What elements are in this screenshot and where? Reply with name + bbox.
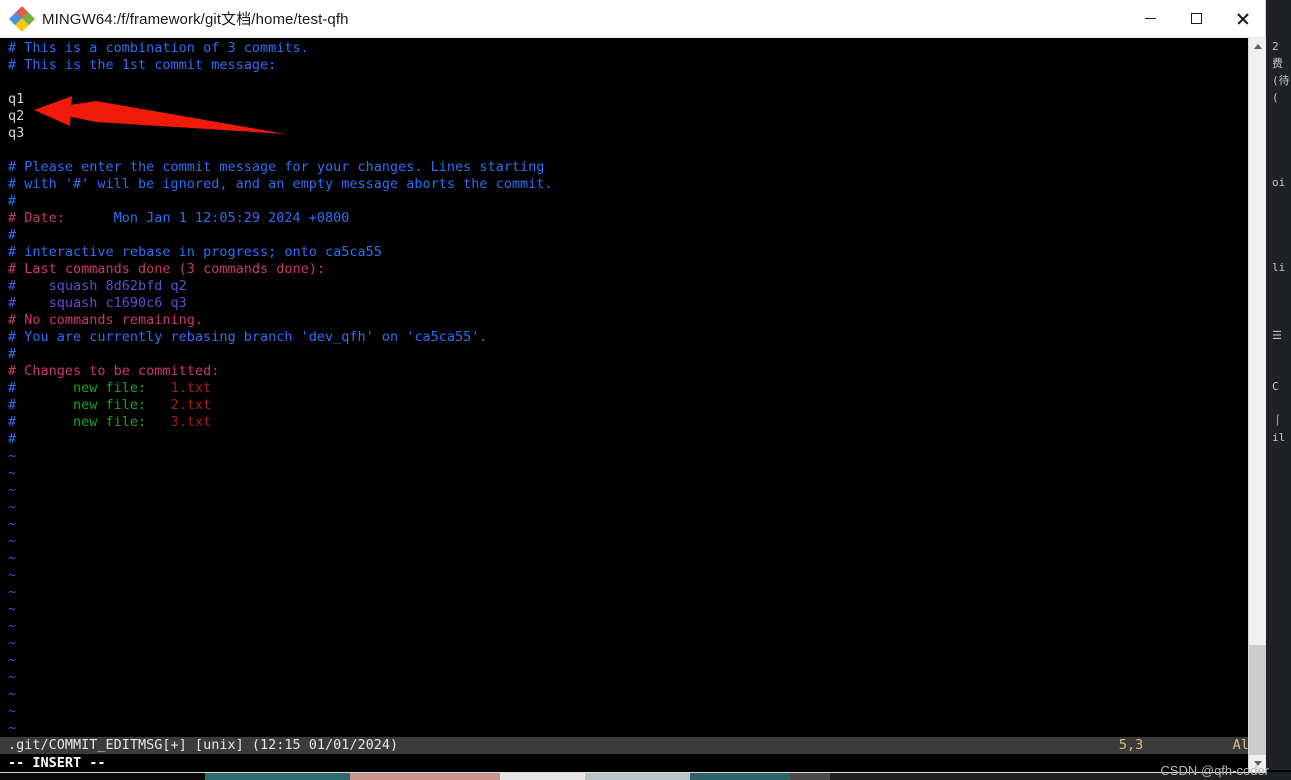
window-titlebar[interactable]: MINGW64:/f/framework/git文档/home/test-qfh <box>0 0 1265 38</box>
buffer-line: # new file: 3.txt <box>8 414 1253 431</box>
buffer-line: q2 <box>8 108 25 124</box>
empty-line-marker: ~ <box>8 635 17 651</box>
maximize-icon <box>1190 13 1202 24</box>
empty-line-marker: ~ <box>8 601 17 617</box>
empty-line-marker: ~ <box>8 465 17 481</box>
buffer-line: # <box>8 431 17 447</box>
vim-status-line: .git/COMMIT_EDITMSG[+] [unix] (12:15 01/… <box>0 737 1265 754</box>
mingw64-terminal-window: MINGW64:/f/framework/git文档/home/test-qfh… <box>0 0 1266 772</box>
vim-mode-line: -- INSERT -- <box>0 754 1265 772</box>
line-segment: new file: <box>73 397 147 413</box>
buffer-line: # <box>8 227 17 243</box>
empty-line-marker: ~ <box>8 584 17 600</box>
minimize-icon <box>1144 17 1156 20</box>
line-segment <box>146 380 170 396</box>
buffer-line: # new file: 1.txt <box>8 380 1253 397</box>
buffer-line: # Changes to be committed: <box>8 363 220 379</box>
empty-line-marker: ~ <box>8 720 17 736</box>
chevron-up-icon[interactable] <box>1249 38 1266 55</box>
status-ruler: 5,3 All <box>1118 737 1257 753</box>
csdn-watermark: CSDN @qfh-coder <box>1160 763 1269 778</box>
line-segment <box>146 397 170 413</box>
empty-line-marker: ~ <box>8 533 17 549</box>
buffer-line: # interactive rebase in progress; onto c… <box>8 244 382 260</box>
empty-line-marker: ~ <box>8 482 17 498</box>
background-media-strip <box>0 772 1291 780</box>
empty-line-marker: ~ <box>8 703 17 719</box>
buffer-line: # Last commands done (3 commands done): <box>8 261 325 277</box>
window-controls <box>1127 0 1265 37</box>
buffer-line: # squash c1690c6 q3 <box>8 295 187 311</box>
minimize-button[interactable] <box>1127 0 1173 37</box>
empty-line-marker: ~ <box>8 516 17 532</box>
buffer-line <box>8 74 1253 91</box>
empty-line-marker: ~ <box>8 652 17 668</box>
status-filename: .git/COMMIT_EDITMSG[+] [unix] (12:15 01/… <box>8 737 399 753</box>
line-segment: # <box>8 397 74 413</box>
buffer-line: # <box>8 193 17 209</box>
buffer-line: # Date: Mon Jan 1 12:05:29 2024 +0800 <box>8 210 1253 227</box>
empty-line-marker: ~ <box>8 448 17 464</box>
line-segment <box>146 414 170 430</box>
line-segment: 3.txt <box>170 414 212 430</box>
line-segment: new file: <box>73 414 147 430</box>
empty-line-marker: ~ <box>8 499 17 515</box>
buffer-line: q1 <box>8 91 25 107</box>
buffer-line: # squash 8d62bfd q2 <box>8 278 187 294</box>
maximize-button[interactable] <box>1173 0 1219 37</box>
scrollbar-thumb[interactable] <box>1249 645 1266 765</box>
window-title-text: MINGW64:/f/framework/git文档/home/test-qfh <box>42 11 349 28</box>
buffer-line: # new file: 2.txt <box>8 397 1253 414</box>
line-segment: new file: <box>73 380 147 396</box>
buffer-line: # with '#' will be ignored, and an empty… <box>8 176 553 192</box>
empty-line-marker: ~ <box>8 686 17 702</box>
line-segment: Mon Jan 1 12:05:29 2024 +0800 <box>64 210 350 226</box>
close-button[interactable] <box>1219 0 1265 37</box>
line-segment: # <box>8 380 74 396</box>
buffer-line: # This is a combination of 3 commits. <box>8 40 309 56</box>
buffer-line: q3 <box>8 125 25 141</box>
background-window-right-edge: 2 费 (待 ( oi li ☰ C ⎰ il <box>1272 40 1290 444</box>
scrollbar-track[interactable] <box>1249 55 1266 765</box>
vim-text-buffer[interactable]: # This is a combination of 3 commits. # T… <box>8 40 1253 737</box>
vertical-scrollbar[interactable] <box>1248 38 1266 772</box>
line-segment: 2.txt <box>170 397 212 413</box>
line-segment: # Date: <box>8 210 65 226</box>
line-segment: 1.txt <box>170 380 212 396</box>
buffer-line: # Please enter the commit message for yo… <box>8 159 545 175</box>
git-bash-icon <box>8 5 36 32</box>
buffer-line: # You are currently rebasing branch 'dev… <box>8 329 488 345</box>
empty-line-marker: ~ <box>8 669 17 685</box>
buffer-line: # <box>8 346 17 362</box>
buffer-line: # This is the 1st commit message: <box>8 57 277 73</box>
buffer-line: # No commands remaining. <box>8 312 204 328</box>
empty-line-marker: ~ <box>8 550 17 566</box>
close-icon <box>1236 12 1249 25</box>
line-segment: # <box>8 414 74 430</box>
buffer-line <box>8 142 1253 159</box>
empty-line-marker: ~ <box>8 618 17 634</box>
empty-line-marker: ~ <box>8 567 17 583</box>
terminal-viewport[interactable]: # This is a combination of 3 commits. # T… <box>0 38 1265 772</box>
